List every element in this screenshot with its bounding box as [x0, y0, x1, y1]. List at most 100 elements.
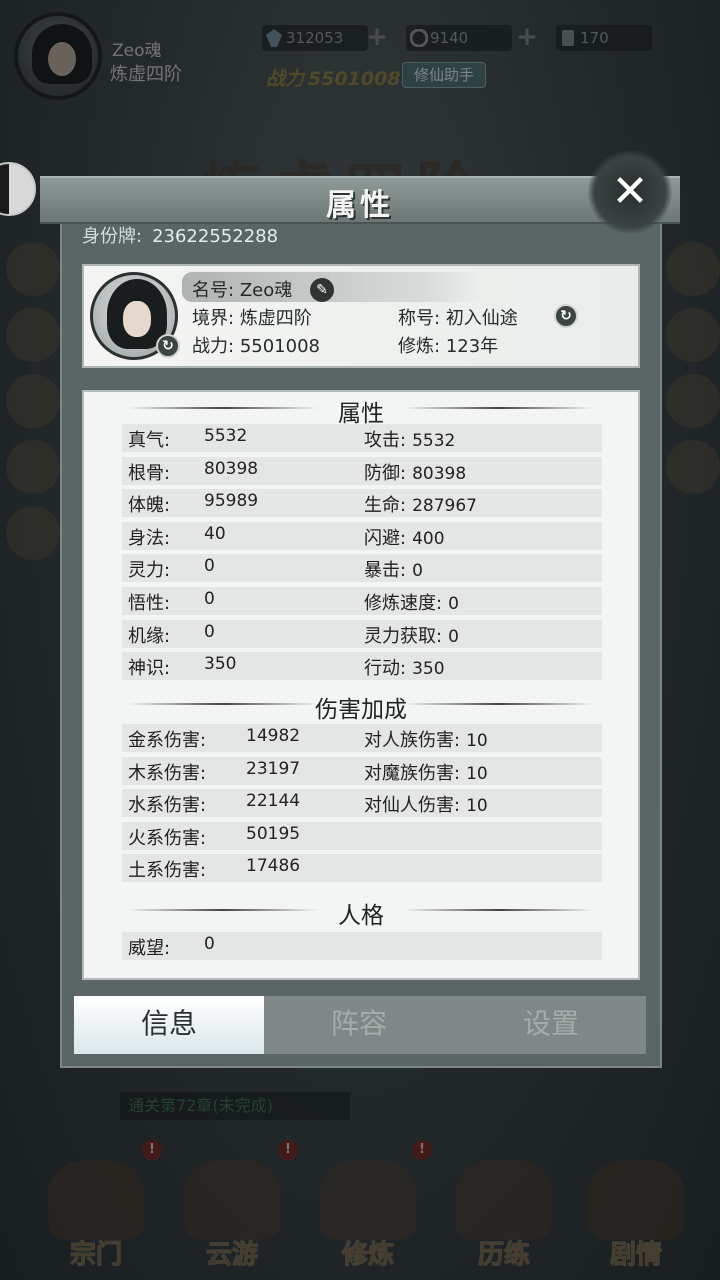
stat-value: 10 — [466, 763, 488, 784]
stat-value: 5532 — [204, 426, 248, 446]
stat-label: 防御: — [364, 462, 407, 484]
stat-value: 350 — [204, 654, 237, 675]
tab-lineup[interactable]: 阵容 — [264, 996, 454, 1054]
change-portrait-icon[interactable]: ↻ — [156, 334, 180, 358]
stat-label: 修炼速度: — [364, 593, 443, 614]
name-value: Zeo魂 — [239, 280, 293, 301]
stat-cell: 火系伤害: 50195 — [128, 824, 300, 850]
stat-label: 土系伤害: — [128, 860, 207, 882]
stat-cell: 身法: 40 — [128, 524, 226, 550]
stat-label: 根骨: — [128, 462, 171, 484]
identity-tag-label: 身份牌: — [82, 226, 143, 247]
name-label: 名号: — [192, 280, 235, 301]
stat-label: 火系伤害: — [128, 827, 207, 849]
stat-label: 攻击: — [364, 430, 407, 451]
stat-cell: 对人族伤害: 10 — [364, 726, 488, 752]
cultivation-label: 修炼: — [398, 336, 441, 357]
stat-label: 水系伤害: — [128, 795, 207, 817]
stat-cell: 体魄: 95989 — [128, 491, 258, 517]
stat-label: 神识: — [128, 658, 171, 680]
realm-value: 炼虚四阶 — [239, 308, 312, 329]
stat-cell: 生命: 287967 — [364, 491, 477, 517]
stat-row: 神识: 350 行动: 350 — [122, 652, 602, 681]
stat-cell: 机缘: 0 — [128, 622, 215, 648]
stat-label: 悟性: — [128, 593, 171, 614]
tab-settings[interactable]: 设置 — [456, 996, 646, 1054]
stat-value: 14982 — [246, 726, 301, 746]
stat-value: 0 — [204, 621, 215, 642]
stat-cell: 悟性: 0 — [128, 589, 215, 615]
stat-value: 0 — [204, 589, 215, 609]
stat-row: 悟性: 0 修炼速度: 0 — [122, 587, 602, 615]
tab-info[interactable]: 信息 — [74, 996, 264, 1054]
stat-label: 对人族伤害: — [364, 730, 461, 751]
identity-tag-value: 23622552288 — [152, 226, 279, 247]
stat-cell: 攻击: 5532 — [364, 426, 455, 452]
stat-label: 暴击: — [364, 560, 407, 582]
stat-cell: 根骨: 80398 — [128, 459, 258, 485]
stat-row: 真气: 5532 攻击: 5532 — [122, 424, 602, 452]
stat-cell: 对仙人伤害: 10 — [364, 791, 488, 817]
power-value: 5501008 — [239, 336, 320, 357]
stat-cell: 木系伤害: 23197 — [128, 759, 300, 785]
stat-value: 95989 — [204, 491, 259, 512]
stat-label: 真气: — [128, 430, 171, 451]
stat-row: 木系伤害: 23197 对魔族伤害: 10 — [122, 756, 602, 785]
stat-label: 机缘: — [128, 625, 171, 647]
stat-value: 80398 — [412, 463, 467, 484]
stat-cell: 神识: 350 — [128, 654, 236, 680]
rename-brush-icon[interactable]: ✎ — [310, 278, 334, 302]
stat-cell: 闪避: 400 — [364, 524, 445, 550]
stat-cell: 暴击: 0 — [364, 556, 423, 582]
stat-value: 10 — [466, 731, 488, 751]
change-title-icon[interactable]: ↻ — [554, 304, 578, 328]
stat-cell: 威望: 0 — [128, 934, 215, 960]
damage-section-title: 伤害加成 — [84, 690, 638, 724]
stat-value: 22144 — [246, 791, 301, 812]
stat-cell: 土系伤害: 17486 — [128, 856, 300, 882]
stat-value: 287967 — [412, 496, 477, 517]
dialog-tabs: 信息 阵容 设置 — [74, 996, 646, 1054]
stat-value: 17486 — [246, 856, 301, 877]
power-line: 战力: 5501008 — [192, 332, 320, 358]
stat-value: 10 — [466, 796, 488, 817]
attributes-section-title: 属性 — [84, 394, 638, 428]
stat-row: 根骨: 80398 防御: 80398 — [122, 456, 602, 485]
stat-label: 金系伤害: — [128, 730, 207, 751]
attribute-panel: 属性 真气: 5532 攻击: 5532 根骨: 80398 防御: 80398 体魄: 9598… — [82, 390, 640, 980]
stat-value: 80398 — [204, 458, 259, 479]
stat-label: 身法: — [128, 527, 171, 549]
stat-label: 体魄: — [128, 495, 171, 517]
stat-label: 闪避: — [364, 527, 407, 549]
stat-cell: 金系伤害: 14982 — [128, 726, 300, 752]
close-button[interactable]: ✕ — [588, 150, 672, 234]
cultivation-line: 修炼: 123年 — [398, 332, 498, 358]
realm-label: 境界: — [192, 308, 235, 329]
stat-value: 50195 — [246, 823, 301, 844]
stat-cell: 防御: 80398 — [364, 459, 466, 485]
name-line: 名号: Zeo魂 — [192, 276, 292, 302]
stat-label: 行动: — [364, 658, 407, 680]
stat-row: 土系伤害: 17486 — [122, 854, 602, 883]
stat-cell: 水系伤害: 22144 — [128, 791, 300, 817]
title-label: 称号: — [398, 308, 441, 329]
stat-value: 23197 — [246, 758, 301, 779]
stat-value: 400 — [412, 528, 445, 549]
identity-tag-row: 身份牌: 23622552288 — [82, 222, 278, 248]
stat-cell: 灵力: 0 — [128, 556, 215, 582]
character-info-card: ↻ 名号: Zeo魂 ✎ 境界: 炼虚四阶 战力: 5501008 称号: 初入… — [82, 264, 640, 368]
stat-row: 金系伤害: 14982 对人族伤害: 10 — [122, 724, 602, 752]
stat-cell: 对魔族伤害: 10 — [364, 759, 488, 785]
stat-row: 威望: 0 — [122, 932, 602, 960]
stat-row: 火系伤害: 50195 — [122, 821, 602, 850]
stat-value: 40 — [204, 523, 226, 544]
stat-cell: 行动: 350 — [364, 654, 445, 680]
personality-section-title: 人格 — [84, 896, 638, 930]
stat-label: 对仙人伤害: — [364, 795, 461, 817]
realm-line: 境界: 炼虚四阶 — [192, 304, 312, 330]
stat-label: 灵力: — [128, 560, 171, 582]
stat-value: 0 — [448, 626, 459, 647]
stat-value: 0 — [412, 561, 423, 582]
stat-row: 体魄: 95989 生命: 287967 — [122, 489, 602, 518]
stat-label: 威望: — [128, 938, 171, 959]
